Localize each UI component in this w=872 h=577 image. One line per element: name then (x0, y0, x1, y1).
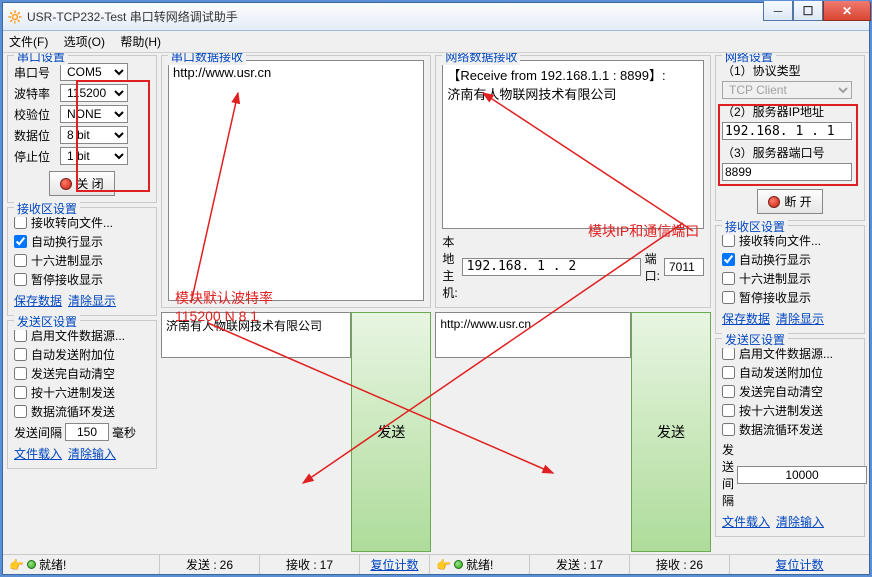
status-ready-left: 就绪! (39, 556, 66, 573)
recv-group-title-right: 接收区设置 (722, 218, 788, 235)
serial-close-button[interactable]: 关 闭 (49, 171, 114, 196)
chk-pause-recv-left[interactable] (14, 273, 27, 286)
label-data: 数据位 (14, 127, 56, 144)
net-disconnect-button[interactable]: 断 开 (757, 189, 822, 214)
label-interval-left: 发送间隔 (14, 424, 62, 441)
chk-clear-after-left[interactable] (14, 367, 27, 380)
select-data[interactable]: 8 bit (60, 126, 128, 144)
chk-auto-wrap-left[interactable] (14, 235, 27, 248)
menu-options[interactable]: 选项(O) (64, 35, 105, 49)
label-server-ip: （2）服务器IP地址 (722, 103, 858, 120)
menu-file[interactable]: 文件(F) (9, 35, 48, 49)
label-port: 串口号 (14, 64, 56, 81)
net-send-button[interactable]: 发送 (631, 312, 711, 553)
link-save-data-right[interactable]: 保存数据 (722, 310, 770, 327)
menu-help[interactable]: 帮助(H) (120, 35, 161, 49)
chk-clear-after-right[interactable] (722, 385, 735, 398)
app-icon: 🔆 (7, 9, 23, 25)
select-port[interactable]: COM5 (60, 63, 128, 81)
send-group-title-left: 发送区设置 (14, 313, 80, 330)
input-interval-left[interactable] (65, 423, 109, 441)
status-reset-right[interactable]: 复位计数 (729, 555, 869, 574)
input-server-ip[interactable] (722, 122, 852, 140)
net-recv-textarea[interactable]: 【Receive from 192.168.1.1 : 8899】: 济南有人物… (442, 60, 704, 229)
record-icon (60, 178, 72, 190)
input-localhost-port[interactable] (664, 258, 704, 276)
link-clear-disp-right[interactable]: 清除显示 (776, 310, 824, 327)
link-clear-input-right[interactable]: 清除输入 (776, 513, 824, 530)
select-baud[interactable]: 115200 (60, 84, 128, 102)
chk-hex-recv-right[interactable] (722, 272, 735, 285)
annotation-ipport-text: 模块IP和通信端口 (588, 221, 699, 241)
label-interval-right: 发送间隔 (722, 441, 734, 509)
serial-recv-textarea[interactable]: http://www.usr.cn (168, 60, 424, 301)
chk-file-src-left[interactable] (14, 329, 27, 342)
status-recv-right: 26 (690, 558, 703, 572)
ready-icon (27, 560, 36, 569)
input-localhost-ip[interactable] (462, 258, 641, 276)
chk-hex-recv-left[interactable] (14, 254, 27, 267)
net-recv-group-title: 网络数据接收 (442, 53, 520, 65)
chk-auto-append-left[interactable] (14, 348, 27, 361)
select-proto[interactable]: TCP Client (722, 81, 852, 99)
label-parity: 校验位 (14, 106, 56, 123)
serial-group-title: 串口设置 (14, 53, 68, 65)
chk-recv-to-file-left[interactable] (14, 216, 27, 229)
record-icon (768, 196, 780, 208)
label-stop: 停止位 (14, 148, 56, 165)
net-send-input[interactable]: http://www.usr.cn (435, 312, 631, 358)
chk-hex-send-right[interactable] (722, 404, 735, 417)
chk-file-src-right[interactable] (722, 347, 735, 360)
input-server-port[interactable] (722, 163, 852, 181)
serial-send-button[interactable]: 发送 (351, 312, 431, 553)
chk-loop-send-right[interactable] (722, 423, 735, 436)
chk-hex-send-left[interactable] (14, 386, 27, 399)
chk-recv-to-file-right[interactable] (722, 234, 735, 247)
status-recv-left: 17 (320, 558, 333, 572)
link-save-data-left[interactable]: 保存数据 (14, 292, 62, 309)
chk-loop-send-left[interactable] (14, 405, 27, 418)
maximize-button[interactable]: ☐ (793, 1, 823, 21)
status-ready-right: 就绪! (466, 556, 493, 573)
link-clear-disp-left[interactable]: 清除显示 (68, 292, 116, 309)
net-group-title: 网络设置 (722, 53, 776, 65)
status-reset-left[interactable]: 复位计数 (359, 555, 429, 574)
label-localport: 端口: (645, 250, 660, 284)
recv-group-title-left: 接收区设置 (14, 200, 80, 217)
chk-auto-append-right[interactable] (722, 366, 735, 379)
minimize-button[interactable]: ─ (763, 1, 793, 21)
window-title: USR-TCP232-Test 串口转网络调试助手 (27, 8, 865, 25)
send-group-title-right: 发送区设置 (722, 331, 788, 348)
select-stop[interactable]: 1 bit (60, 147, 128, 165)
chk-auto-wrap-right[interactable] (722, 253, 735, 266)
select-parity[interactable]: NONE (60, 105, 128, 123)
label-localhost: 本地主机: (442, 233, 457, 301)
label-baud: 波特率 (14, 85, 56, 102)
input-interval-right[interactable] (737, 466, 867, 484)
close-button[interactable]: ✕ (823, 1, 871, 21)
serial-recv-group-title: 串口数据接收 (168, 53, 246, 65)
link-clear-input-left[interactable]: 清除输入 (68, 445, 116, 462)
chk-pause-recv-right[interactable] (722, 291, 735, 304)
label-server-port: （3）服务器端口号 (722, 144, 858, 161)
link-load-file-left[interactable]: 文件载入 (14, 445, 62, 462)
status-send-left: 26 (220, 558, 233, 572)
link-load-file-right[interactable]: 文件载入 (722, 513, 770, 530)
ready-icon (454, 560, 463, 569)
annotation-baud-text: 模块默认波特率 115200 N 8 1 (175, 288, 273, 324)
status-send-right: 17 (590, 558, 603, 572)
